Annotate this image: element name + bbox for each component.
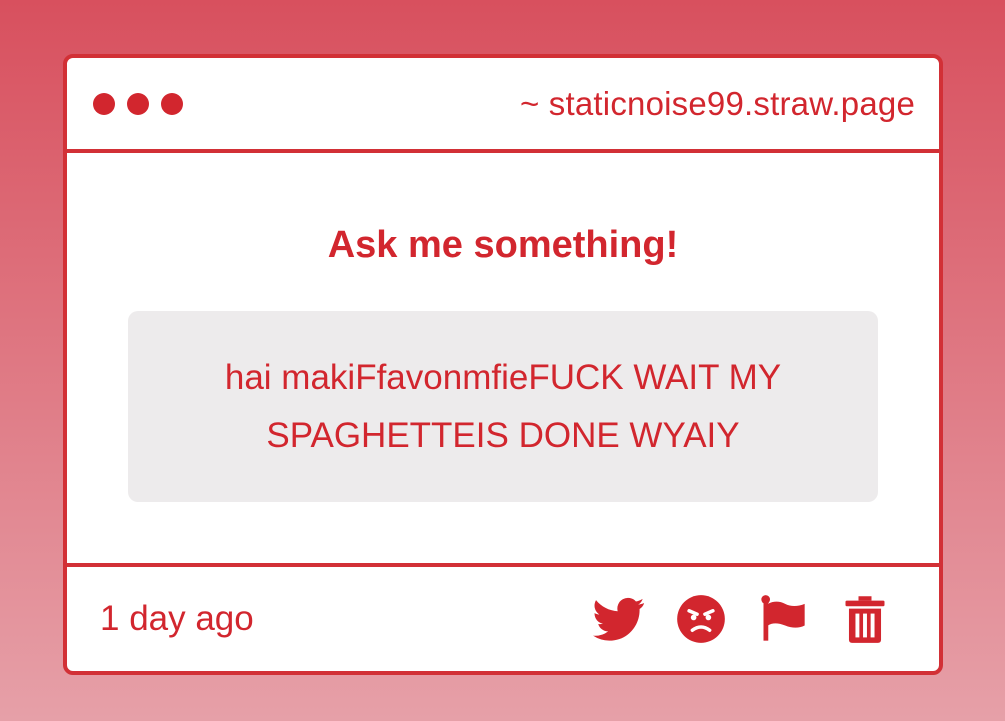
footer-bar: 1 day ago — [67, 567, 939, 671]
main-content: Ask me something! hai makiFfavonmfieFUCK… — [67, 153, 939, 567]
window-dot-1[interactable] — [93, 92, 115, 115]
action-icons — [593, 593, 891, 645]
window-controls — [93, 92, 183, 115]
window-dot-3[interactable] — [161, 92, 183, 115]
trash-icon[interactable] — [839, 593, 891, 645]
app-window: ~ staticnoise99.straw.page Ask me someth… — [63, 54, 943, 675]
page-title: Ask me something! — [327, 224, 679, 266]
twitter-icon[interactable] — [593, 593, 645, 645]
page-url: ~ staticnoise99.straw.page — [519, 84, 915, 122]
angry-face-icon[interactable] — [675, 593, 727, 645]
question-card: hai makiFfavonmfieFUCK WAIT MY SPAGHETTE… — [128, 311, 878, 502]
timestamp: 1 day ago — [100, 599, 254, 638]
title-bar: ~ staticnoise99.straw.page — [67, 58, 939, 153]
window-dot-2[interactable] — [127, 92, 149, 115]
question-text: hai makiFfavonmfieFUCK WAIT MY SPAGHETTE… — [224, 357, 782, 455]
flag-icon[interactable] — [757, 593, 809, 645]
